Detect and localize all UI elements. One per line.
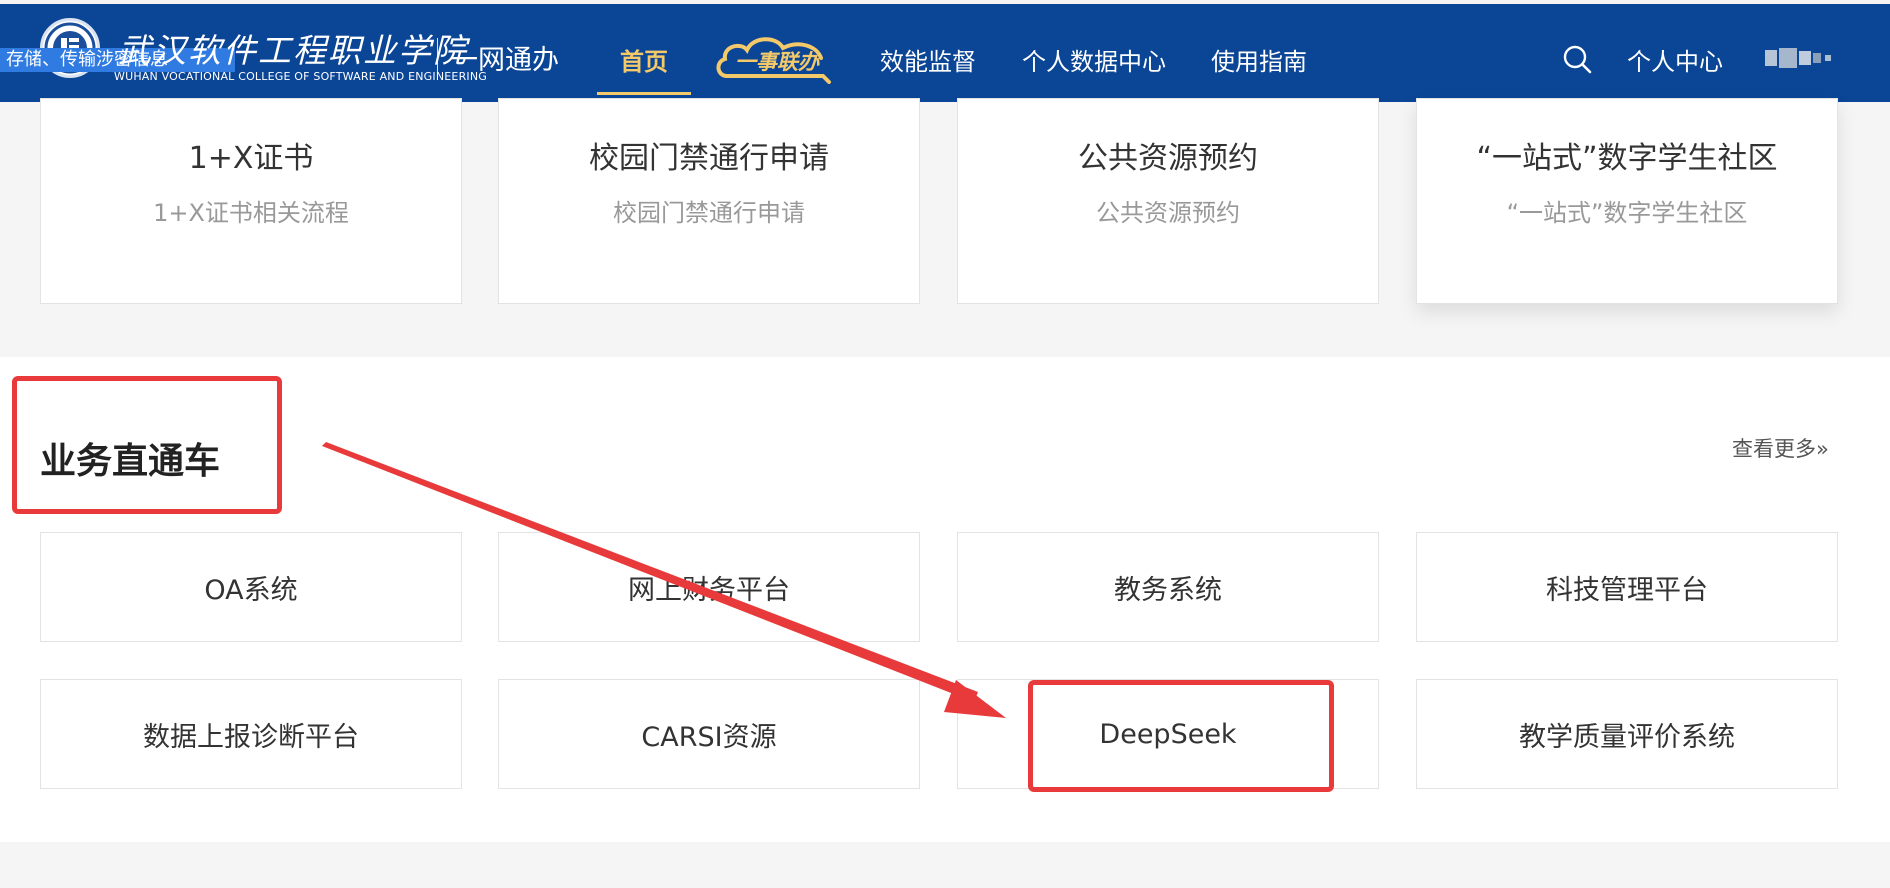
biz-item-label: 科技管理平台 (1546, 574, 1708, 606)
biz-item-label: 网上财务平台 (628, 574, 790, 606)
nav-guide[interactable]: 使用指南 (1211, 42, 1307, 77)
annotation-box-section-title (12, 376, 282, 514)
biz-item-finance[interactable]: 网上财务平台 (498, 532, 920, 642)
biz-item-research[interactable]: 科技管理平台 (1416, 532, 1838, 642)
biz-item-academic[interactable]: 教务系统 (957, 532, 1379, 642)
top-nav-bar: 存储、传输涉密信息 武汉软件工程职业学院 WUHAN VOCATIONAL CO… (0, 4, 1890, 102)
school-name-en: WUHAN VOCATIONAL COLLEGE OF SOFTWARE AND… (114, 70, 488, 83)
view-more-link[interactable]: 查看更多» (1732, 433, 1829, 463)
biz-item-label: 教务系统 (1114, 574, 1222, 606)
personal-center-link[interactable]: 个人中心 (1627, 42, 1723, 77)
service-card-resource-booking[interactable]: 公共资源预约 公共资源预约 (957, 98, 1379, 304)
school-name-cn: 武汉软件工程职业学院 (118, 31, 468, 70)
nav-active-underline (597, 92, 691, 95)
header-divider (437, 38, 438, 78)
page: 存储、传输涉密信息 武汉软件工程职业学院 WUHAN VOCATIONAL CO… (0, 0, 1890, 888)
card-subtitle: “一站式”数字学生社区 (1506, 199, 1748, 227)
nav-yishi-lianban[interactable]: 一事联办 (713, 32, 837, 84)
nav-efficiency[interactable]: 效能监督 (880, 42, 976, 77)
card-title: “一站式”数字学生社区 (1476, 141, 1778, 176)
card-subtitle: 公共资源预约 (1096, 199, 1240, 227)
service-card-campus-access[interactable]: 校园门禁通行申请 校园门禁通行申请 (498, 98, 920, 304)
biz-item-label: CARSI资源 (641, 721, 777, 753)
card-subtitle: 校园门禁通行申请 (613, 199, 805, 227)
card-title: 1+X证书 (188, 141, 314, 176)
biz-item-label: 数据上报诊断平台 (143, 721, 359, 753)
cloud-logo-icon: 一事联办 (716, 37, 831, 84)
nav-yishi-label: 一事联办 (735, 50, 820, 74)
service-card-1x-certificate[interactable]: 1+X证书 1+X证书相关流程 (40, 98, 462, 304)
biz-item-data-report[interactable]: 数据上报诊断平台 (40, 679, 462, 789)
biz-item-label: 教学质量评价系统 (1519, 721, 1735, 753)
card-subtitle: 1+X证书相关流程 (153, 199, 349, 227)
biz-item-carsi[interactable]: CARSI资源 (498, 679, 920, 789)
biz-item-label: OA系统 (204, 574, 298, 606)
annotation-box-deepseek (1028, 680, 1334, 792)
service-card-student-community[interactable]: “一站式”数字学生社区 “一站式”数字学生社区 (1416, 98, 1838, 304)
search-icon[interactable] (1562, 44, 1592, 74)
biz-item-oa[interactable]: OA系统 (40, 532, 462, 642)
nav-home[interactable]: 首页 (620, 42, 668, 77)
nav-personal-data[interactable]: 个人数据中心 (1022, 42, 1166, 77)
portal-name: 一网通办 (451, 45, 559, 76)
card-title: 校园门禁通行申请 (589, 141, 829, 176)
user-avatar-blurred[interactable] (1765, 48, 1835, 68)
biz-item-teaching-evaluation[interactable]: 教学质量评价系统 (1416, 679, 1838, 789)
card-title: 公共资源预约 (1078, 141, 1258, 176)
